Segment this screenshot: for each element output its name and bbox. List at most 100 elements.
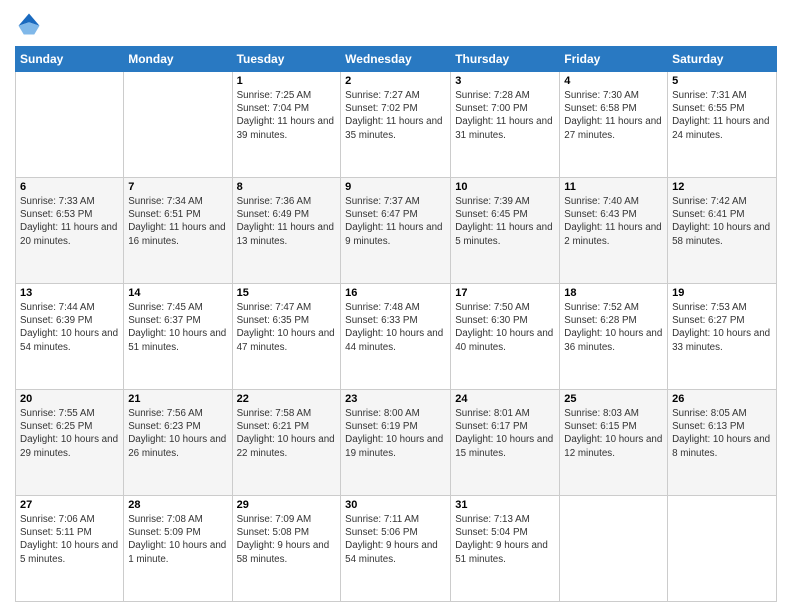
- calendar-cell: 1 Sunrise: 7:25 AM Sunset: 7:04 PM Daylig…: [232, 72, 341, 178]
- day-number: 10: [455, 181, 555, 193]
- day-info: Sunrise: 7:06 AM Sunset: 5:11 PM Dayligh…: [20, 513, 119, 566]
- calendar-cell: 25 Sunrise: 8:03 AM Sunset: 6:15 PM Dayli…: [560, 390, 668, 496]
- col-saturday: Saturday: [668, 47, 777, 72]
- day-number: 9: [345, 181, 446, 193]
- calendar-cell: 21 Sunrise: 7:56 AM Sunset: 6:23 PM Dayli…: [124, 390, 232, 496]
- day-number: 30: [345, 499, 446, 511]
- day-number: 2: [345, 75, 446, 87]
- calendar-cell: 30 Sunrise: 7:11 AM Sunset: 5:06 PM Dayli…: [341, 496, 451, 602]
- day-number: 25: [564, 393, 663, 405]
- calendar-cell: 12Sunrise: 7:42 AM Sunset: 6:41 PM Dayli…: [668, 178, 777, 284]
- day-number: 12: [672, 181, 772, 193]
- day-number: 5: [672, 75, 772, 87]
- calendar-cell: [668, 496, 777, 602]
- calendar-cell: 5 Sunrise: 7:31 AM Sunset: 6:55 PM Daylig…: [668, 72, 777, 178]
- calendar-cell: 22 Sunrise: 7:58 AM Sunset: 6:21 PM Dayli…: [232, 390, 341, 496]
- col-tuesday: Tuesday: [232, 47, 341, 72]
- day-number: 22: [237, 393, 337, 405]
- day-number: 18: [564, 287, 663, 299]
- day-number: 24: [455, 393, 555, 405]
- day-info: Sunrise: 7:39 AM Sunset: 6:45 PM Dayligh…: [455, 195, 555, 248]
- calendar-cell: 3 Sunrise: 7:28 AM Sunset: 7:00 PM Daylig…: [451, 72, 560, 178]
- day-number: 20: [20, 393, 119, 405]
- day-info: Sunrise: 8:03 AM Sunset: 6:15 PM Dayligh…: [564, 407, 663, 460]
- calendar-cell: 2 Sunrise: 7:27 AM Sunset: 7:02 PM Daylig…: [341, 72, 451, 178]
- day-info: Sunrise: 7:56 AM Sunset: 6:23 PM Dayligh…: [128, 407, 227, 460]
- calendar-cell: 8 Sunrise: 7:36 AM Sunset: 6:49 PM Daylig…: [232, 178, 341, 284]
- day-info: Sunrise: 7:30 AM Sunset: 6:58 PM Dayligh…: [564, 89, 663, 142]
- day-info: Sunrise: 7:31 AM Sunset: 6:55 PM Dayligh…: [672, 89, 772, 142]
- day-number: 6: [20, 181, 119, 193]
- day-info: Sunrise: 7:55 AM Sunset: 6:25 PM Dayligh…: [20, 407, 119, 460]
- day-number: 16: [345, 287, 446, 299]
- day-info: Sunrise: 7:47 AM Sunset: 6:35 PM Dayligh…: [237, 301, 337, 354]
- day-info: Sunrise: 7:40 AM Sunset: 6:43 PM Dayligh…: [564, 195, 663, 248]
- calendar-week-row: 20 Sunrise: 7:55 AM Sunset: 6:25 PM Dayli…: [16, 390, 777, 496]
- day-number: 7: [128, 181, 227, 193]
- calendar-week-row: 13 Sunrise: 7:44 AM Sunset: 6:39 PM Dayli…: [16, 284, 777, 390]
- day-number: 17: [455, 287, 555, 299]
- day-number: 1: [237, 75, 337, 87]
- day-number: 31: [455, 499, 555, 511]
- day-info: Sunrise: 7:48 AM Sunset: 6:33 PM Dayligh…: [345, 301, 446, 354]
- calendar-cell: 14Sunrise: 7:45 AM Sunset: 6:37 PM Dayli…: [124, 284, 232, 390]
- day-number: 8: [237, 181, 337, 193]
- day-info: Sunrise: 7:33 AM Sunset: 6:53 PM Dayligh…: [20, 195, 119, 248]
- day-number: 27: [20, 499, 119, 511]
- day-info: Sunrise: 7:13 AM Sunset: 5:04 PM Dayligh…: [455, 513, 555, 566]
- calendar-week-row: 1 Sunrise: 7:25 AM Sunset: 7:04 PM Daylig…: [16, 72, 777, 178]
- day-info: Sunrise: 7:36 AM Sunset: 6:49 PM Dayligh…: [237, 195, 337, 248]
- day-number: 15: [237, 287, 337, 299]
- col-friday: Friday: [560, 47, 668, 72]
- day-info: Sunrise: 7:25 AM Sunset: 7:04 PM Dayligh…: [237, 89, 337, 142]
- day-info: Sunrise: 7:58 AM Sunset: 6:21 PM Dayligh…: [237, 407, 337, 460]
- calendar-week-row: 6 Sunrise: 7:33 AM Sunset: 6:53 PM Daylig…: [16, 178, 777, 284]
- col-thursday: Thursday: [451, 47, 560, 72]
- calendar-cell: 17 Sunrise: 7:50 AM Sunset: 6:30 PM Dayli…: [451, 284, 560, 390]
- calendar-cell: 15 Sunrise: 7:47 AM Sunset: 6:35 PM Dayli…: [232, 284, 341, 390]
- day-info: Sunrise: 7:53 AM Sunset: 6:27 PM Dayligh…: [672, 301, 772, 354]
- calendar-cell: 29 Sunrise: 7:09 AM Sunset: 5:08 PM Dayli…: [232, 496, 341, 602]
- page-header: [15, 10, 777, 38]
- col-wednesday: Wednesday: [341, 47, 451, 72]
- calendar-cell: [124, 72, 232, 178]
- day-info: Sunrise: 7:09 AM Sunset: 5:08 PM Dayligh…: [237, 513, 337, 566]
- day-info: Sunrise: 8:01 AM Sunset: 6:17 PM Dayligh…: [455, 407, 555, 460]
- day-info: Sunrise: 7:08 AM Sunset: 5:09 PM Dayligh…: [128, 513, 227, 566]
- day-info: Sunrise: 7:44 AM Sunset: 6:39 PM Dayligh…: [20, 301, 119, 354]
- calendar-cell: 16 Sunrise: 7:48 AM Sunset: 6:33 PM Dayli…: [341, 284, 451, 390]
- day-number: 26: [672, 393, 772, 405]
- calendar-cell: 7 Sunrise: 7:34 AM Sunset: 6:51 PM Daylig…: [124, 178, 232, 284]
- calendar-cell: [560, 496, 668, 602]
- col-sunday: Sunday: [16, 47, 124, 72]
- day-info: Sunrise: 8:05 AM Sunset: 6:13 PM Dayligh…: [672, 407, 772, 460]
- logo-icon: [15, 10, 43, 38]
- day-info: Sunrise: 7:50 AM Sunset: 6:30 PM Dayligh…: [455, 301, 555, 354]
- calendar-cell: 10 Sunrise: 7:39 AM Sunset: 6:45 PM Dayli…: [451, 178, 560, 284]
- calendar-cell: 20 Sunrise: 7:55 AM Sunset: 6:25 PM Dayli…: [16, 390, 124, 496]
- day-info: Sunrise: 7:11 AM Sunset: 5:06 PM Dayligh…: [345, 513, 446, 566]
- day-number: 28: [128, 499, 227, 511]
- day-number: 21: [128, 393, 227, 405]
- calendar-cell: 18 Sunrise: 7:52 AM Sunset: 6:28 PM Dayli…: [560, 284, 668, 390]
- calendar-cell: 24 Sunrise: 8:01 AM Sunset: 6:17 PM Dayli…: [451, 390, 560, 496]
- day-info: Sunrise: 7:28 AM Sunset: 7:00 PM Dayligh…: [455, 89, 555, 142]
- calendar-cell: 6 Sunrise: 7:33 AM Sunset: 6:53 PM Daylig…: [16, 178, 124, 284]
- day-number: 13: [20, 287, 119, 299]
- calendar-cell: 9Sunrise: 7:37 AM Sunset: 6:47 PM Daylig…: [341, 178, 451, 284]
- day-info: Sunrise: 7:45 AM Sunset: 6:37 PM Dayligh…: [128, 301, 227, 354]
- day-number: 29: [237, 499, 337, 511]
- calendar-table: Sunday Monday Tuesday Wednesday Thursday…: [15, 46, 777, 602]
- calendar-cell: 4 Sunrise: 7:30 AM Sunset: 6:58 PM Daylig…: [560, 72, 668, 178]
- calendar-cell: 11 Sunrise: 7:40 AM Sunset: 6:43 PM Dayli…: [560, 178, 668, 284]
- day-info: Sunrise: 7:27 AM Sunset: 7:02 PM Dayligh…: [345, 89, 446, 142]
- col-monday: Monday: [124, 47, 232, 72]
- day-number: 3: [455, 75, 555, 87]
- logo: [15, 10, 47, 38]
- day-number: 11: [564, 181, 663, 193]
- calendar-cell: 26 Sunrise: 8:05 AM Sunset: 6:13 PM Dayli…: [668, 390, 777, 496]
- day-info: Sunrise: 7:52 AM Sunset: 6:28 PM Dayligh…: [564, 301, 663, 354]
- calendar-cell: 19Sunrise: 7:53 AM Sunset: 6:27 PM Dayli…: [668, 284, 777, 390]
- day-info: Sunrise: 7:34 AM Sunset: 6:51 PM Dayligh…: [128, 195, 227, 248]
- day-number: 4: [564, 75, 663, 87]
